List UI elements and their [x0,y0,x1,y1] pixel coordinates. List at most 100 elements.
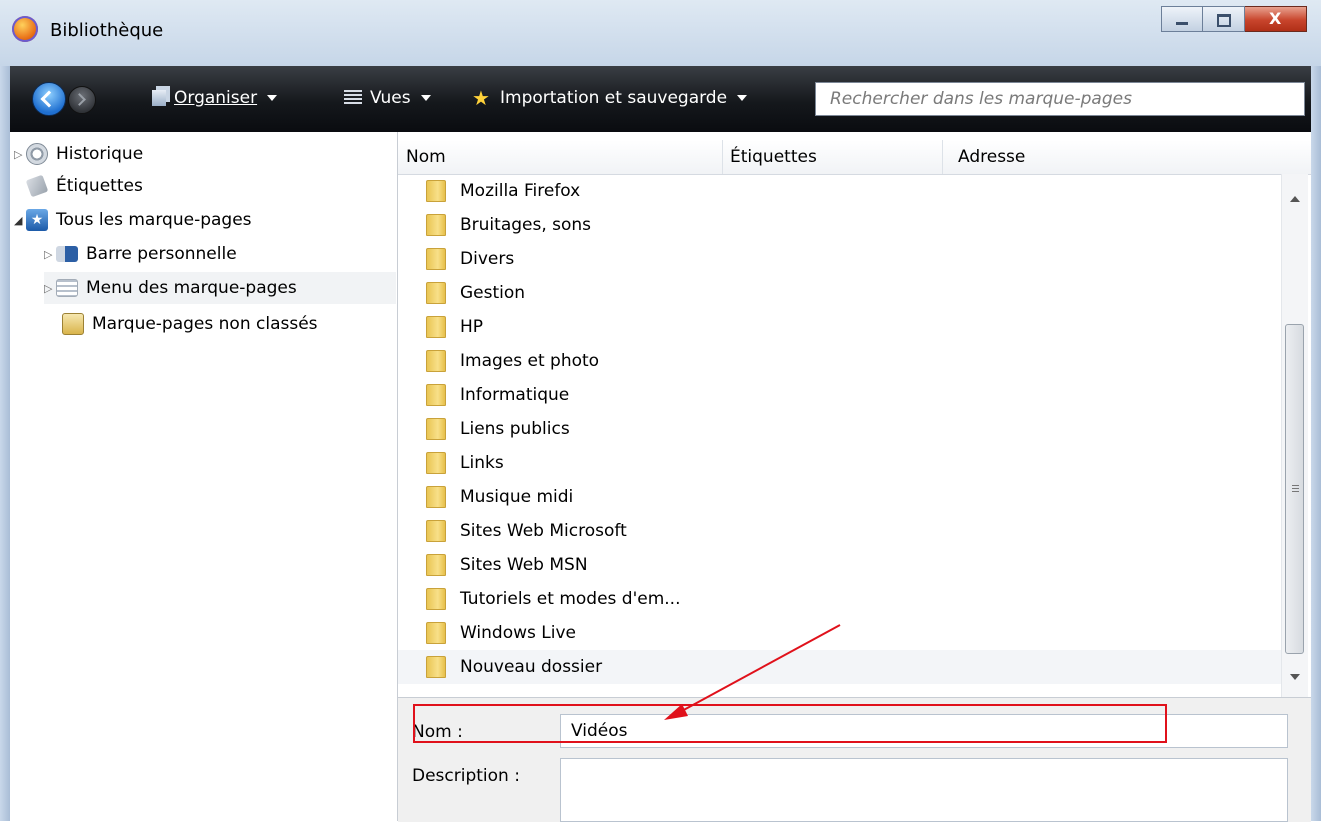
list-item[interactable]: Mozilla Firefox [398,174,1281,208]
tag-icon [25,174,49,198]
tree-item-label: Tous les marque-pages [56,210,252,230]
bookmarks-list: Nom Étiquettes Adresse Mozilla Firefox B… [398,132,1311,697]
list-item-selected[interactable]: Nouveau dossier [398,650,1281,684]
window-border-right [1311,66,1321,821]
tree-item-label: Étiquettes [56,176,143,196]
window-title: Bibliothèque [50,20,164,41]
list-item[interactable]: Images et photo [398,344,1281,378]
grip-icon [1292,485,1299,493]
folder-icon [426,350,446,372]
list-item[interactable]: Links [398,446,1281,480]
folder-icon [426,622,446,644]
folder-icon [426,520,446,542]
expand-icon[interactable]: ▷ [14,148,26,161]
description-label: Description : [412,766,520,786]
list-item[interactable]: Windows Live [398,616,1281,650]
chevron-down-icon [267,95,278,101]
menu-bookmarks-icon [56,279,78,297]
folder-icon [426,486,446,508]
column-divider[interactable] [722,140,723,174]
column-header-tags[interactable]: Étiquettes [730,147,817,167]
list-item-label: Links [460,453,504,473]
list-item-label: Musique midi [460,487,574,507]
forward-button[interactable] [68,86,96,114]
name-label: Nom : [412,722,463,742]
back-button[interactable] [32,82,66,116]
list-item[interactable]: Liens publics [398,412,1281,446]
tree-item-label: Menu des marque-pages [86,278,297,298]
tree-item-history[interactable]: ▷ Historique [14,138,143,170]
list-item[interactable]: Bruitages, sons [398,208,1281,242]
views-label: Vues [370,88,411,108]
tree-item-all-bookmarks[interactable]: ◢ ★ Tous les marque-pages [14,204,252,236]
list-item-label: Divers [460,249,515,269]
list-item[interactable]: Sites Web MSN [398,548,1281,582]
title-bar: Bibliothèque [0,0,1321,67]
star-bookmarks-icon: ★ [26,209,48,231]
list-item-label: Windows Live [460,623,577,643]
list-item[interactable]: Musique midi [398,480,1281,514]
folder-icon [426,554,446,576]
tree-item-bookmarks-menu[interactable]: ▷ Menu des marque-pages [44,272,396,304]
library-tree: ▷ Historique Étiquettes ◢ ★ Tous les mar… [10,132,398,821]
vertical-scrollbar[interactable] [1281,174,1308,697]
toolbar-bookmarks-icon [56,246,78,262]
tree-item-label: Historique [56,144,144,164]
description-field[interactable] [560,758,1288,822]
list-item-label: Tutoriels et modes d'em... [460,589,681,609]
list-item-label: Sites Web Microsoft [460,521,627,541]
list-item[interactable]: HP [398,310,1281,344]
firefox-icon [12,16,38,42]
unsorted-bookmarks-icon [62,313,84,335]
clock-icon [26,143,48,165]
scroll-down-icon[interactable] [1290,674,1300,680]
import-label: Importation et sauvegarde [500,88,728,108]
expand-icon[interactable]: ▷ [44,282,56,295]
folder-icon [426,656,446,678]
organise-label: Organiser [174,88,258,108]
maximize-button[interactable] [1203,6,1245,32]
views-icon [344,90,362,106]
column-divider[interactable] [942,140,943,174]
list-item-label: HP [460,317,484,337]
organise-icon [152,90,166,106]
scrollbar-thumb[interactable] [1285,324,1304,654]
chevron-down-icon [737,95,748,101]
folder-icon [426,214,446,236]
name-field[interactable]: Vidéos [560,714,1288,748]
tree-item-tags[interactable]: Étiquettes [14,170,143,202]
list-item[interactable]: Sites Web Microsoft [398,514,1281,548]
list-item-label: Bruitages, sons [460,215,592,235]
import-backup-menu-button[interactable]: ★ Importation et sauvegarde [472,88,748,108]
scroll-up-icon[interactable] [1290,196,1300,202]
tree-item-bookmarks-toolbar[interactable]: ▷ Barre personnelle [44,238,237,270]
list-item-label: Mozilla Firefox [460,181,581,201]
expand-icon[interactable]: ▷ [44,248,56,261]
window-controls [1161,6,1307,32]
folder-icon [426,282,446,304]
list-item[interactable]: Divers [398,242,1281,276]
views-menu-button[interactable]: Vues [344,88,431,108]
column-header-name[interactable]: Nom [406,147,446,167]
list-item-label: Nouveau dossier [460,657,603,677]
organise-menu-button[interactable]: Organiser [152,88,278,108]
list-rows: Mozilla Firefox Bruitages, sons Divers G… [398,174,1281,697]
list-item[interactable]: Informatique [398,378,1281,412]
tree-item-label: Marque-pages non classés [92,314,318,334]
close-button[interactable] [1245,6,1307,32]
list-header: Nom Étiquettes Adresse [398,140,1311,175]
list-item-label: Gestion [460,283,526,303]
list-item-label: Liens publics [460,419,570,439]
list-item[interactable]: Tutoriels et modes d'em... [398,582,1281,616]
list-item-label: Informatique [460,385,570,405]
collapse-icon[interactable]: ◢ [14,214,26,227]
search-input[interactable]: Rechercher dans les marque-pages [815,82,1305,116]
minimize-button[interactable] [1161,6,1203,32]
folder-icon [426,384,446,406]
tree-item-unsorted-bookmarks[interactable]: Marque-pages non classés [62,308,318,340]
folder-icon [426,418,446,440]
column-header-address[interactable]: Adresse [958,147,1025,167]
folder-icon [426,248,446,270]
list-item[interactable]: Gestion [398,276,1281,310]
list-item-label: Images et photo [460,351,600,371]
